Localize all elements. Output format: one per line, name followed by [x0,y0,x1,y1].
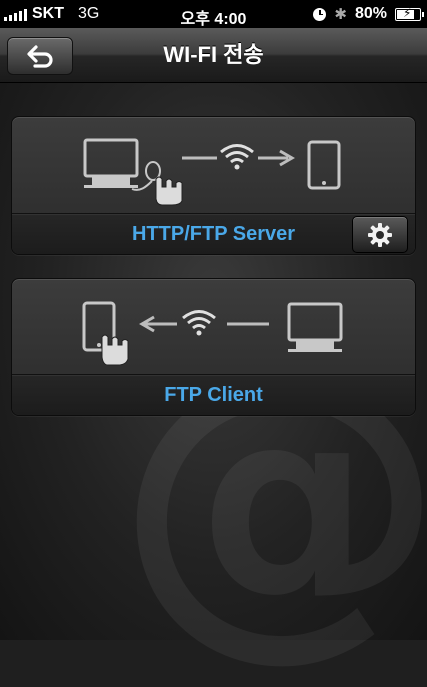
http-ftp-server-panel[interactable]: HTTP/FTP Server [11,116,416,255]
battery-charging-icon: ⚡ [395,6,424,21]
battery-percent: 80% [354,5,387,22]
tablet-icon [82,301,116,352]
hand-pointer-icon [131,161,183,206]
server-settings-button[interactable] [352,216,408,253]
server-illustration [12,117,415,213]
back-arrow-icon [27,45,53,68]
computer-monitor-icon [287,302,343,352]
client-label: FTP Client [164,384,263,406]
navigation-bar: WI-FI 전송 [0,28,427,83]
back-button[interactable] [7,37,73,75]
client-panel-footer[interactable]: FTP Client [12,374,415,415]
client-illustration [12,279,415,374]
hand-pointer-icon [101,334,129,366]
wifi-icon [220,144,254,170]
status-bar: SKT 3G 오후 4:00 ✱ 80% ⚡ [0,0,427,28]
bluetooth-icon: ✱ [334,6,347,23]
gear-icon [368,222,392,247]
ftp-client-panel[interactable]: FTP Client [11,278,416,416]
tablet-icon [307,140,341,190]
computer-monitor-icon [83,138,139,188]
wifi-icon [182,310,216,336]
alarm-clock-icon [313,7,327,21]
server-panel-footer[interactable]: HTTP/FTP Server [12,213,415,254]
